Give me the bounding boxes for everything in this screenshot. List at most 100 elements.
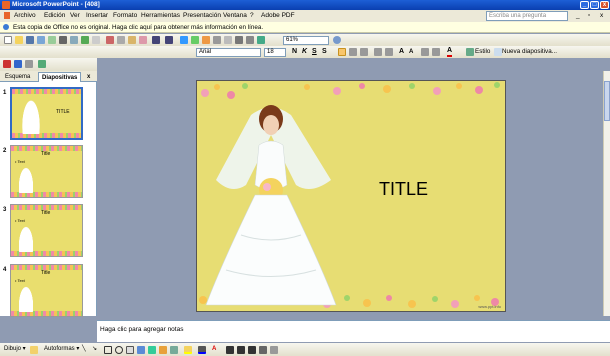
tables-borders-icon[interactable] bbox=[213, 36, 221, 44]
rectangle-icon[interactable] bbox=[104, 346, 112, 354]
paste-icon[interactable] bbox=[128, 36, 136, 44]
font-size-select[interactable]: 18 bbox=[264, 48, 286, 57]
italic-button[interactable]: K bbox=[302, 47, 307, 57]
numbering-icon[interactable] bbox=[374, 48, 382, 56]
align-center-icon[interactable] bbox=[349, 48, 357, 56]
slide-thumbnail-1[interactable]: TITLE bbox=[10, 87, 83, 140]
menu-ventana[interactable]: Ventana bbox=[223, 10, 247, 22]
doc-minimize-icon[interactable]: _ bbox=[576, 10, 580, 22]
outline-gray-icon[interactable] bbox=[25, 60, 33, 68]
doc-close-icon[interactable]: x bbox=[600, 10, 603, 22]
notes-placeholder[interactable]: Haga clic para agregar notas bbox=[100, 326, 183, 333]
slide-thumbnail-4[interactable]: Title • Text bbox=[10, 264, 83, 317]
3d-style-icon[interactable] bbox=[270, 346, 278, 354]
new-slide-button[interactable]: Nueva diapositiva... bbox=[502, 47, 557, 57]
pane-close-icon[interactable]: x bbox=[84, 72, 93, 82]
open-icon[interactable] bbox=[15, 36, 23, 44]
bullets-icon[interactable] bbox=[385, 48, 393, 56]
format-painter-icon[interactable] bbox=[139, 36, 147, 44]
oval-icon[interactable] bbox=[115, 346, 123, 354]
menu-herramientas[interactable]: Herramientas bbox=[141, 10, 180, 22]
help-search-input[interactable]: Escriba una pregunta bbox=[486, 11, 568, 21]
menu-insertar[interactable]: Insertar bbox=[86, 10, 108, 22]
style-button[interactable]: Estilo bbox=[475, 47, 490, 57]
line-color-icon[interactable] bbox=[198, 346, 206, 354]
research-icon[interactable] bbox=[92, 36, 100, 44]
decrease-font-icon[interactable]: A bbox=[409, 47, 413, 57]
info-bar-text[interactable]: Esta copia de Office no es original. Hag… bbox=[13, 22, 263, 33]
menu-adobe-pdf[interactable]: Adobe PDF bbox=[261, 10, 295, 22]
increase-font-icon[interactable]: A bbox=[399, 47, 404, 57]
font-color-draw-icon[interactable]: A bbox=[212, 343, 216, 356]
scroll-thumb[interactable] bbox=[604, 81, 610, 121]
save-icon[interactable] bbox=[26, 36, 34, 44]
line-style-icon[interactable] bbox=[226, 346, 234, 354]
slide-thumbnail-3[interactable]: Title • Text bbox=[10, 204, 83, 257]
grid-icon[interactable] bbox=[246, 36, 254, 44]
diagram-icon[interactable] bbox=[148, 346, 156, 354]
font-color-icon[interactable]: A bbox=[447, 47, 453, 57]
fill-color-icon[interactable] bbox=[184, 346, 192, 354]
picture-icon[interactable] bbox=[170, 346, 178, 354]
font-select[interactable]: Arial bbox=[196, 48, 261, 57]
menu-ver[interactable]: Ver bbox=[70, 10, 80, 22]
slide-thumbnail-2[interactable]: Title • Text bbox=[10, 145, 83, 198]
minimize-button[interactable]: _ bbox=[580, 1, 589, 9]
color-grayscale-icon[interactable] bbox=[257, 36, 265, 44]
align-left-icon[interactable] bbox=[338, 48, 346, 56]
copy-icon[interactable] bbox=[117, 36, 125, 44]
tab-slides[interactable]: Diapositivas bbox=[38, 72, 82, 82]
textbox-icon[interactable] bbox=[126, 346, 134, 354]
arrow-style-icon[interactable] bbox=[248, 346, 256, 354]
table-icon[interactable] bbox=[191, 36, 199, 44]
decrease-indent-icon[interactable] bbox=[421, 48, 429, 56]
shadow-button[interactable]: S bbox=[322, 47, 327, 57]
menu-archivo[interactable]: Archivo bbox=[14, 10, 36, 22]
document-icon[interactable] bbox=[4, 12, 10, 19]
info-bar[interactable]: Esta copia de Office no es original. Hag… bbox=[0, 22, 610, 33]
insert-table-icon[interactable] bbox=[202, 36, 210, 44]
email-icon[interactable] bbox=[48, 36, 56, 44]
maximize-button[interactable]: □ bbox=[590, 1, 599, 9]
autoshapes-button[interactable]: Autoformas ▾ bbox=[44, 343, 79, 356]
design-icon[interactable] bbox=[466, 48, 474, 56]
dash-style-icon[interactable] bbox=[237, 346, 245, 354]
tab-outline[interactable]: Esquema bbox=[2, 72, 33, 82]
notes-pane[interactable]: Haga clic para agregar notas bbox=[97, 320, 610, 342]
select-objects-icon[interactable] bbox=[30, 346, 38, 354]
draw-menu-button[interactable]: Dibujo ▾ bbox=[4, 343, 26, 356]
bold-button[interactable]: N bbox=[292, 47, 297, 57]
show-formatting-icon[interactable] bbox=[235, 36, 243, 44]
expand-icon[interactable] bbox=[224, 36, 232, 44]
new-icon[interactable] bbox=[4, 36, 12, 44]
slide-scrollbar[interactable] bbox=[603, 71, 610, 316]
menu-formato[interactable]: Formato bbox=[113, 10, 137, 22]
increase-indent-icon[interactable] bbox=[432, 48, 440, 56]
help-icon[interactable] bbox=[333, 36, 341, 44]
shadow-style-icon[interactable] bbox=[259, 346, 267, 354]
spelling-icon[interactable] bbox=[81, 36, 89, 44]
outline-red-icon[interactable] bbox=[3, 60, 11, 68]
cut-icon[interactable] bbox=[106, 36, 114, 44]
doc-restore-icon[interactable]: ▫ bbox=[588, 10, 590, 22]
slide-title[interactable]: TITLE bbox=[379, 179, 428, 200]
redo-icon[interactable] bbox=[165, 36, 173, 44]
slide-canvas[interactable]: TITLE www.ppt.info bbox=[196, 80, 506, 312]
permission-icon[interactable] bbox=[37, 36, 45, 44]
chart-icon[interactable] bbox=[180, 36, 188, 44]
underline-button[interactable]: S bbox=[312, 47, 317, 57]
wordart-icon[interactable] bbox=[137, 346, 145, 354]
outline-green-icon[interactable] bbox=[38, 60, 46, 68]
print-icon[interactable] bbox=[59, 36, 67, 44]
arrow-icon[interactable]: ↘ bbox=[92, 343, 97, 356]
zoom-select[interactable]: 61% bbox=[283, 36, 329, 45]
preview-icon[interactable] bbox=[70, 36, 78, 44]
align-right-icon[interactable] bbox=[360, 48, 368, 56]
menu-edicion[interactable]: Edición bbox=[44, 10, 65, 22]
menu-help[interactable]: ? bbox=[250, 10, 254, 22]
undo-icon[interactable] bbox=[152, 36, 160, 44]
outline-blue-icon[interactable] bbox=[14, 60, 22, 68]
new-slide-icon[interactable] bbox=[494, 48, 502, 56]
menu-presentacion[interactable]: Presentación bbox=[183, 10, 221, 22]
close-button[interactable]: x bbox=[600, 1, 609, 9]
